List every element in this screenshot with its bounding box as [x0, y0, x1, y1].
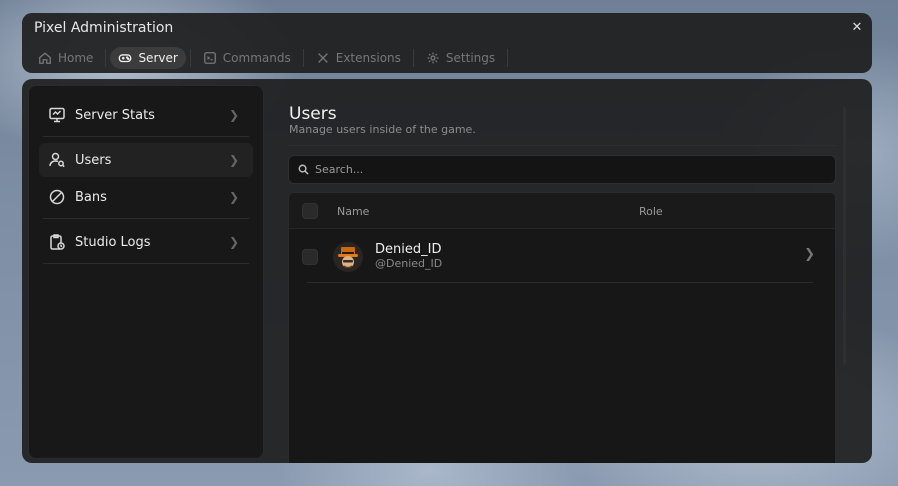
- search-box[interactable]: [288, 155, 836, 184]
- divider: [289, 145, 836, 146]
- user-handle: @Denied_ID: [375, 257, 443, 270]
- tab-home[interactable]: Home: [30, 47, 101, 69]
- sidebar-item-server-stats[interactable]: Server Stats ❯: [39, 98, 253, 132]
- monitor-icon: [47, 105, 67, 125]
- sidebar-item-bans[interactable]: Bans ❯: [39, 180, 253, 214]
- tab-label: Home: [58, 51, 94, 65]
- home-icon: [39, 52, 51, 64]
- tab-commands[interactable]: Commands: [195, 47, 299, 69]
- sidebar: Server Stats ❯ Users ❯ Bans ❯ Studio Log…: [28, 85, 264, 459]
- tab-extensions[interactable]: Extensions: [308, 47, 409, 69]
- tools-icon: [317, 53, 328, 63]
- app-title: Pixel Administration: [34, 20, 174, 36]
- tab-server[interactable]: Server: [110, 47, 186, 69]
- column-header-role[interactable]: Role: [639, 205, 663, 218]
- clipboard-clock-icon: [47, 232, 67, 252]
- column-header-name[interactable]: Name: [337, 205, 369, 218]
- sidebar-item-label: Server Stats: [75, 107, 155, 123]
- chevron-right-icon: ❯: [229, 153, 240, 167]
- tab-bar: Home Server Commands Extensions Settings: [30, 47, 512, 69]
- tab-label: Extensions: [335, 51, 401, 65]
- sidebar-item-label: Users: [75, 152, 112, 168]
- ban-icon: [47, 187, 67, 207]
- divider: [43, 136, 249, 137]
- title-bar: Pixel Administration ✕ Home Server Comma…: [22, 13, 872, 73]
- close-icon[interactable]: ✕: [848, 19, 866, 37]
- gear-icon: [427, 52, 439, 64]
- tab-label: Settings: [445, 51, 496, 65]
- user-display-name: Denied_ID: [375, 242, 442, 257]
- tab-settings[interactable]: Settings: [418, 47, 503, 69]
- sidebar-item-studio-logs[interactable]: Studio Logs ❯: [39, 225, 253, 259]
- users-table: Name Role Denied_ID @Denied_ID ❯: [288, 192, 836, 463]
- chevron-right-icon: ❯: [229, 108, 240, 122]
- divider: [43, 263, 249, 264]
- divider: [43, 218, 249, 219]
- main-content: Users Manage users inside of the game. N…: [288, 79, 838, 463]
- sidebar-item-users[interactable]: Users ❯: [39, 143, 253, 177]
- commands-icon: [203, 52, 216, 64]
- tab-divider: [302, 49, 304, 67]
- search-icon: [298, 164, 309, 175]
- content-panel: Server Stats ❯ Users ❯ Bans ❯ Studio Log…: [22, 79, 872, 463]
- page-title: Users: [289, 104, 337, 124]
- divider: [307, 282, 813, 283]
- chevron-right-icon: ❯: [229, 235, 240, 249]
- gamepad-icon: [119, 54, 132, 63]
- table-header: Name Role: [289, 193, 835, 229]
- select-all-checkbox[interactable]: [302, 203, 318, 219]
- tab-label: Commands: [222, 51, 291, 65]
- tab-divider: [189, 49, 191, 67]
- tab-divider: [105, 49, 107, 67]
- user-search-icon: [47, 150, 67, 170]
- scrollbar[interactable]: [843, 107, 846, 365]
- table-row[interactable]: Denied_ID @Denied_ID ❯: [289, 229, 835, 283]
- page-subtitle: Manage users inside of the game.: [289, 123, 476, 136]
- search-input[interactable]: [315, 163, 835, 176]
- chevron-right-icon: ❯: [229, 190, 240, 204]
- tab-divider: [412, 49, 414, 67]
- row-checkbox[interactable]: [302, 249, 318, 265]
- chevron-right-icon[interactable]: ❯: [804, 247, 815, 262]
- avatar: [333, 242, 363, 272]
- sidebar-item-label: Studio Logs: [75, 234, 151, 250]
- sidebar-item-label: Bans: [75, 189, 107, 205]
- tab-divider: [507, 49, 509, 67]
- tab-label: Server: [138, 51, 178, 65]
